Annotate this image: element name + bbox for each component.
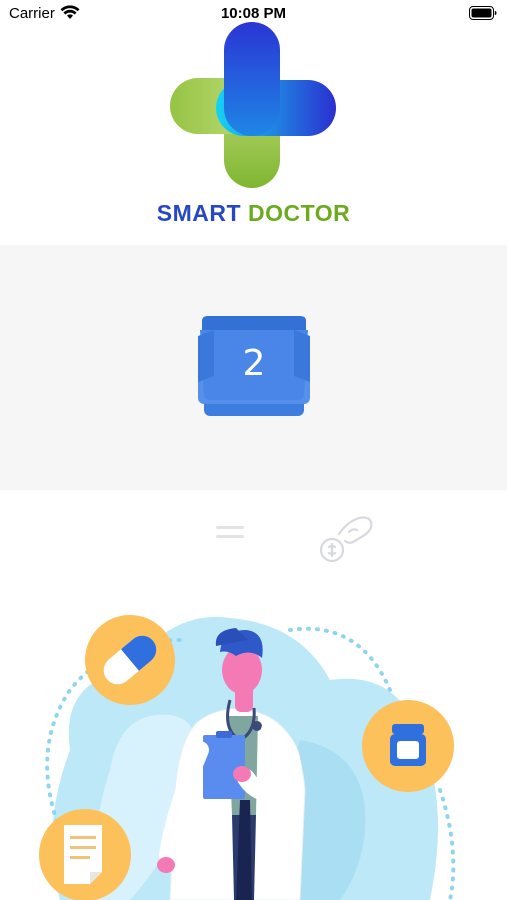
menu-icon[interactable] — [215, 523, 245, 541]
battery-icon — [469, 6, 497, 20]
pill-icon — [85, 615, 175, 705]
doctor-illustration — [39, 615, 456, 900]
payment-icon[interactable] — [317, 508, 375, 566]
app-title: SMART DOCTOR — [0, 200, 507, 227]
brand-smart: SMART — [156, 200, 242, 226]
document-icon — [39, 809, 131, 900]
brand-doctor: DOCTOR — [247, 200, 351, 226]
calendar-day-number: 2 — [242, 343, 266, 384]
medical-cross-logo — [170, 22, 336, 188]
medicine-jar-icon — [362, 700, 454, 792]
